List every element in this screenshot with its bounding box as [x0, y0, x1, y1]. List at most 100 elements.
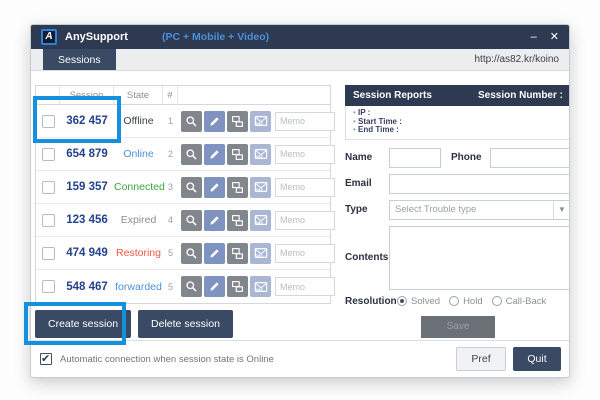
remote-screens-button[interactable]: [227, 210, 248, 231]
title-bar: A AnySupport (PC + Mobile + Video) – ✕: [31, 25, 569, 49]
sms-button[interactable]: SMS: [250, 210, 271, 231]
view-session-button[interactable]: [181, 111, 202, 132]
pref-button[interactable]: Pref: [456, 347, 506, 371]
session-index: 5: [163, 282, 178, 292]
name-field[interactable]: [389, 148, 441, 168]
memo-input[interactable]: [275, 112, 335, 131]
view-session-button[interactable]: [181, 243, 202, 264]
resolution-option-callback[interactable]: Call-Back: [492, 296, 547, 307]
remote-screens-button[interactable]: [227, 243, 248, 264]
view-session-button[interactable]: [181, 276, 202, 297]
header-checkbox-cell: [36, 86, 60, 104]
email-label: Email: [345, 178, 389, 189]
trouble-type-placeholder: Select Trouble type: [390, 204, 553, 215]
edit-session-button[interactable]: [204, 210, 225, 231]
trouble-type-select[interactable]: Select Trouble type ▼: [389, 200, 569, 220]
session-index: 1: [163, 116, 178, 126]
session-state: Restoring: [114, 247, 163, 259]
screens-icon: [231, 148, 244, 161]
email-row: Email: [345, 174, 569, 194]
session-index: 2: [163, 149, 178, 159]
view-session-button[interactable]: [181, 210, 202, 231]
auto-connect-checkbox[interactable]: [40, 353, 52, 365]
header-session: Session: [60, 86, 114, 104]
memo-input[interactable]: [275, 244, 335, 263]
edit-session-button[interactable]: [204, 144, 225, 165]
app-logo-icon: A: [41, 29, 57, 45]
phone-field[interactable]: [490, 148, 569, 168]
session-table-header: Session State #: [36, 86, 330, 105]
sms-button[interactable]: SMS: [250, 111, 271, 132]
remote-screens-button[interactable]: [227, 144, 248, 165]
pencil-icon: [208, 115, 221, 128]
row-checkbox[interactable]: [42, 280, 55, 293]
magnifier-icon: [185, 181, 198, 194]
contents-field[interactable]: [389, 226, 569, 290]
row-checkbox[interactable]: [42, 148, 55, 161]
session-row: 159 357 Connected 3 SMS: [36, 171, 330, 204]
sms-button[interactable]: SMS: [250, 276, 271, 297]
sms-button[interactable]: SMS: [250, 177, 271, 198]
session-state: Expired: [114, 214, 163, 226]
memo-input[interactable]: [275, 211, 335, 230]
phone-label: Phone: [451, 152, 482, 163]
edit-session-button[interactable]: [204, 111, 225, 132]
header-spacer: [178, 86, 330, 104]
edit-session-button[interactable]: [204, 243, 225, 264]
remote-screens-button[interactable]: [227, 276, 248, 297]
session-row: 474 949 Restoring 5 SMS: [36, 237, 330, 270]
email-field[interactable]: [389, 174, 569, 194]
session-number[interactable]: 474 949: [60, 247, 114, 259]
quit-button[interactable]: Quit: [513, 347, 561, 371]
remote-screens-button[interactable]: [227, 111, 248, 132]
edit-session-button[interactable]: [204, 276, 225, 297]
delete-session-button[interactable]: Delete session: [138, 310, 233, 338]
info-end-time: End Time :: [353, 126, 563, 135]
report-form: Name Phone Email Type Select Trouble typ…: [345, 148, 569, 338]
session-state: Online: [114, 148, 163, 160]
save-button[interactable]: Save: [421, 316, 495, 338]
remote-screens-button[interactable]: [227, 177, 248, 198]
tab-sessions[interactable]: Sessions: [43, 49, 116, 70]
magnifier-icon: [185, 148, 198, 161]
create-session-button[interactable]: Create session: [35, 310, 131, 338]
edit-session-button[interactable]: [204, 177, 225, 198]
sms-button[interactable]: SMS: [250, 144, 271, 165]
footer-bar: Automatic connection when session state …: [31, 340, 569, 377]
memo-input[interactable]: [275, 145, 335, 164]
screens-icon: [231, 115, 244, 128]
sms-envelope-icon: SMS: [254, 180, 268, 194]
session-number[interactable]: 548 467: [60, 281, 114, 293]
close-button[interactable]: ✕: [550, 32, 559, 43]
main-area: Session State # 362 457 Offline 1: [31, 71, 569, 340]
tab-strip: Sessions http://as82.kr/koino: [31, 49, 569, 71]
row-checkbox[interactable]: [42, 181, 55, 194]
header-state: State: [114, 86, 163, 104]
memo-input[interactable]: [275, 277, 335, 296]
pencil-icon: [208, 214, 221, 227]
session-number[interactable]: 362 457: [60, 115, 114, 127]
memo-input[interactable]: [275, 178, 335, 197]
resolution-label: Resolution: [345, 296, 397, 307]
session-number[interactable]: 654 879: [60, 148, 114, 160]
chevron-down-icon: ▼: [553, 201, 569, 219]
view-session-button[interactable]: [181, 177, 202, 198]
session-number[interactable]: 123 456: [60, 214, 114, 226]
resolution-option-hold[interactable]: Hold: [449, 296, 483, 307]
session-table: Session State # 362 457 Offline 1: [35, 85, 331, 304]
svg-text:SMS: SMS: [254, 155, 262, 159]
minimize-button[interactable]: –: [531, 32, 537, 43]
row-checkbox[interactable]: [42, 247, 55, 260]
resolution-option-solved[interactable]: Solved: [397, 296, 440, 307]
sms-button[interactable]: SMS: [250, 243, 271, 264]
view-session-button[interactable]: [181, 144, 202, 165]
row-checkbox[interactable]: [42, 115, 55, 128]
row-checkbox[interactable]: [42, 214, 55, 227]
session-number[interactable]: 159 357: [60, 181, 114, 193]
resolution-option-label: Call-Back: [506, 296, 547, 307]
svg-text:SMS: SMS: [254, 122, 262, 126]
report-header: Session Reports Session Number :: [345, 85, 569, 106]
session-reports-panel: Session Reports Session Number : IP : St…: [345, 85, 569, 340]
sms-envelope-icon: SMS: [254, 246, 268, 260]
session-state: Connected: [114, 181, 163, 193]
